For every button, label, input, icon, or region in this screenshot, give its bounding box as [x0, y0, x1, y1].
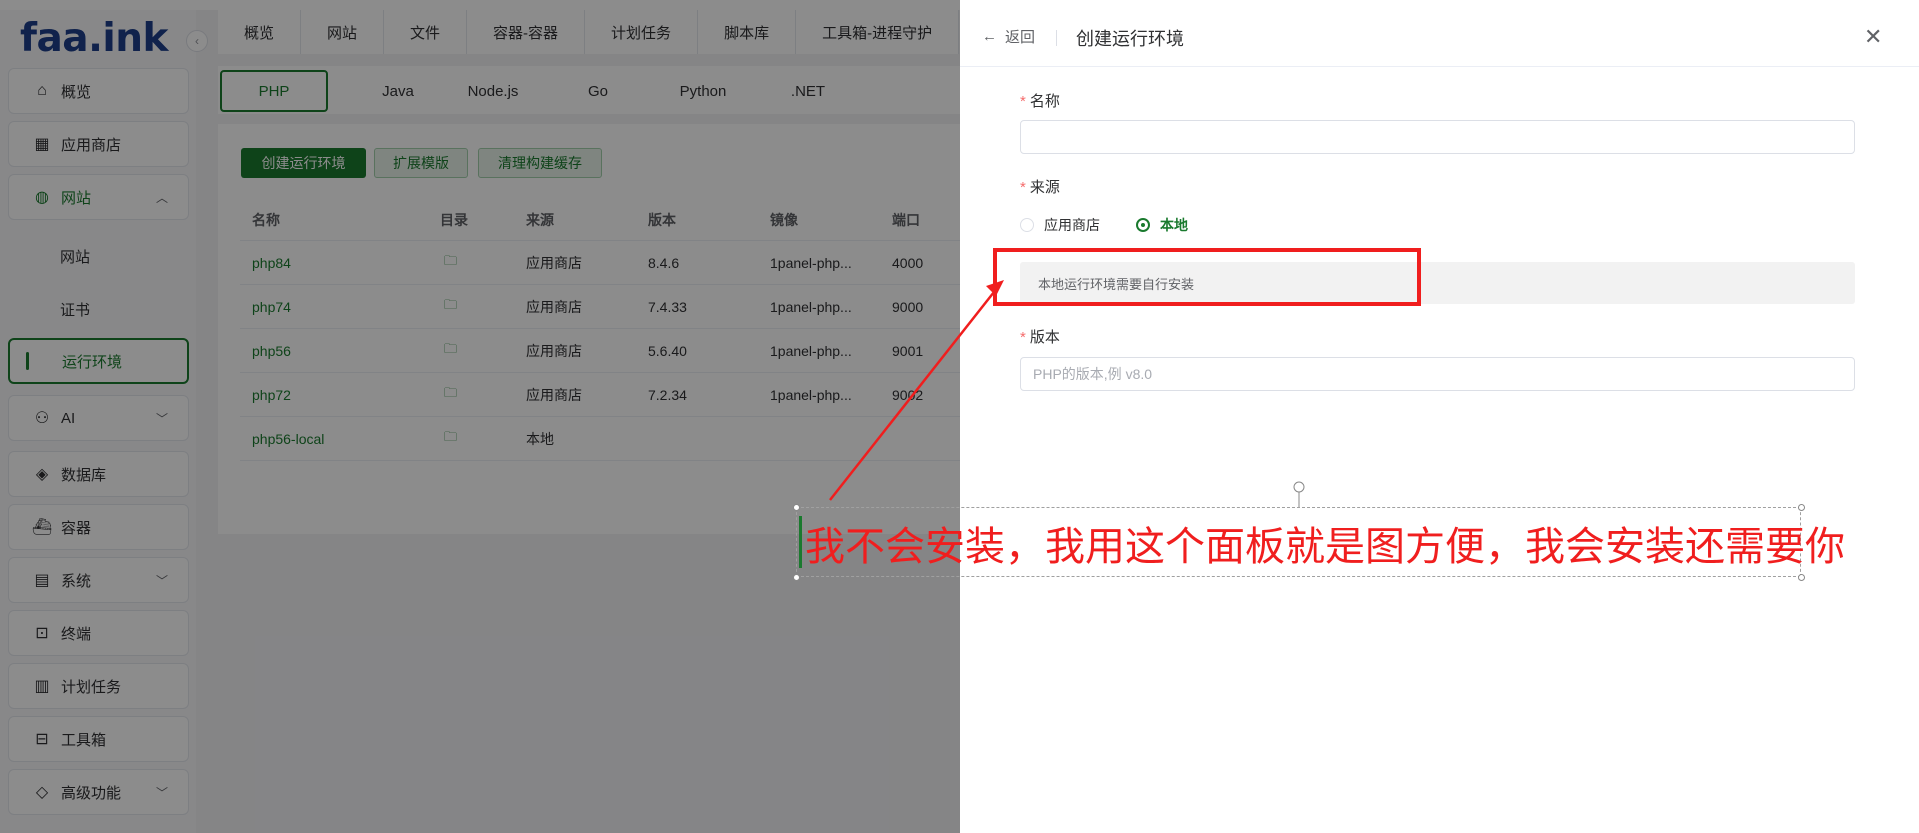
text-cursor — [799, 516, 802, 568]
annotation-text[interactable]: 我不会安装，我用这个面板就是图方便，我会安装还需要你 — [805, 514, 1845, 572]
resize-handle[interactable] — [793, 574, 800, 581]
annotation-arrow — [829, 280, 1305, 507]
resize-handle[interactable] — [1798, 574, 1805, 581]
resize-handle[interactable] — [793, 504, 800, 511]
resize-handle[interactable] — [1798, 504, 1805, 511]
